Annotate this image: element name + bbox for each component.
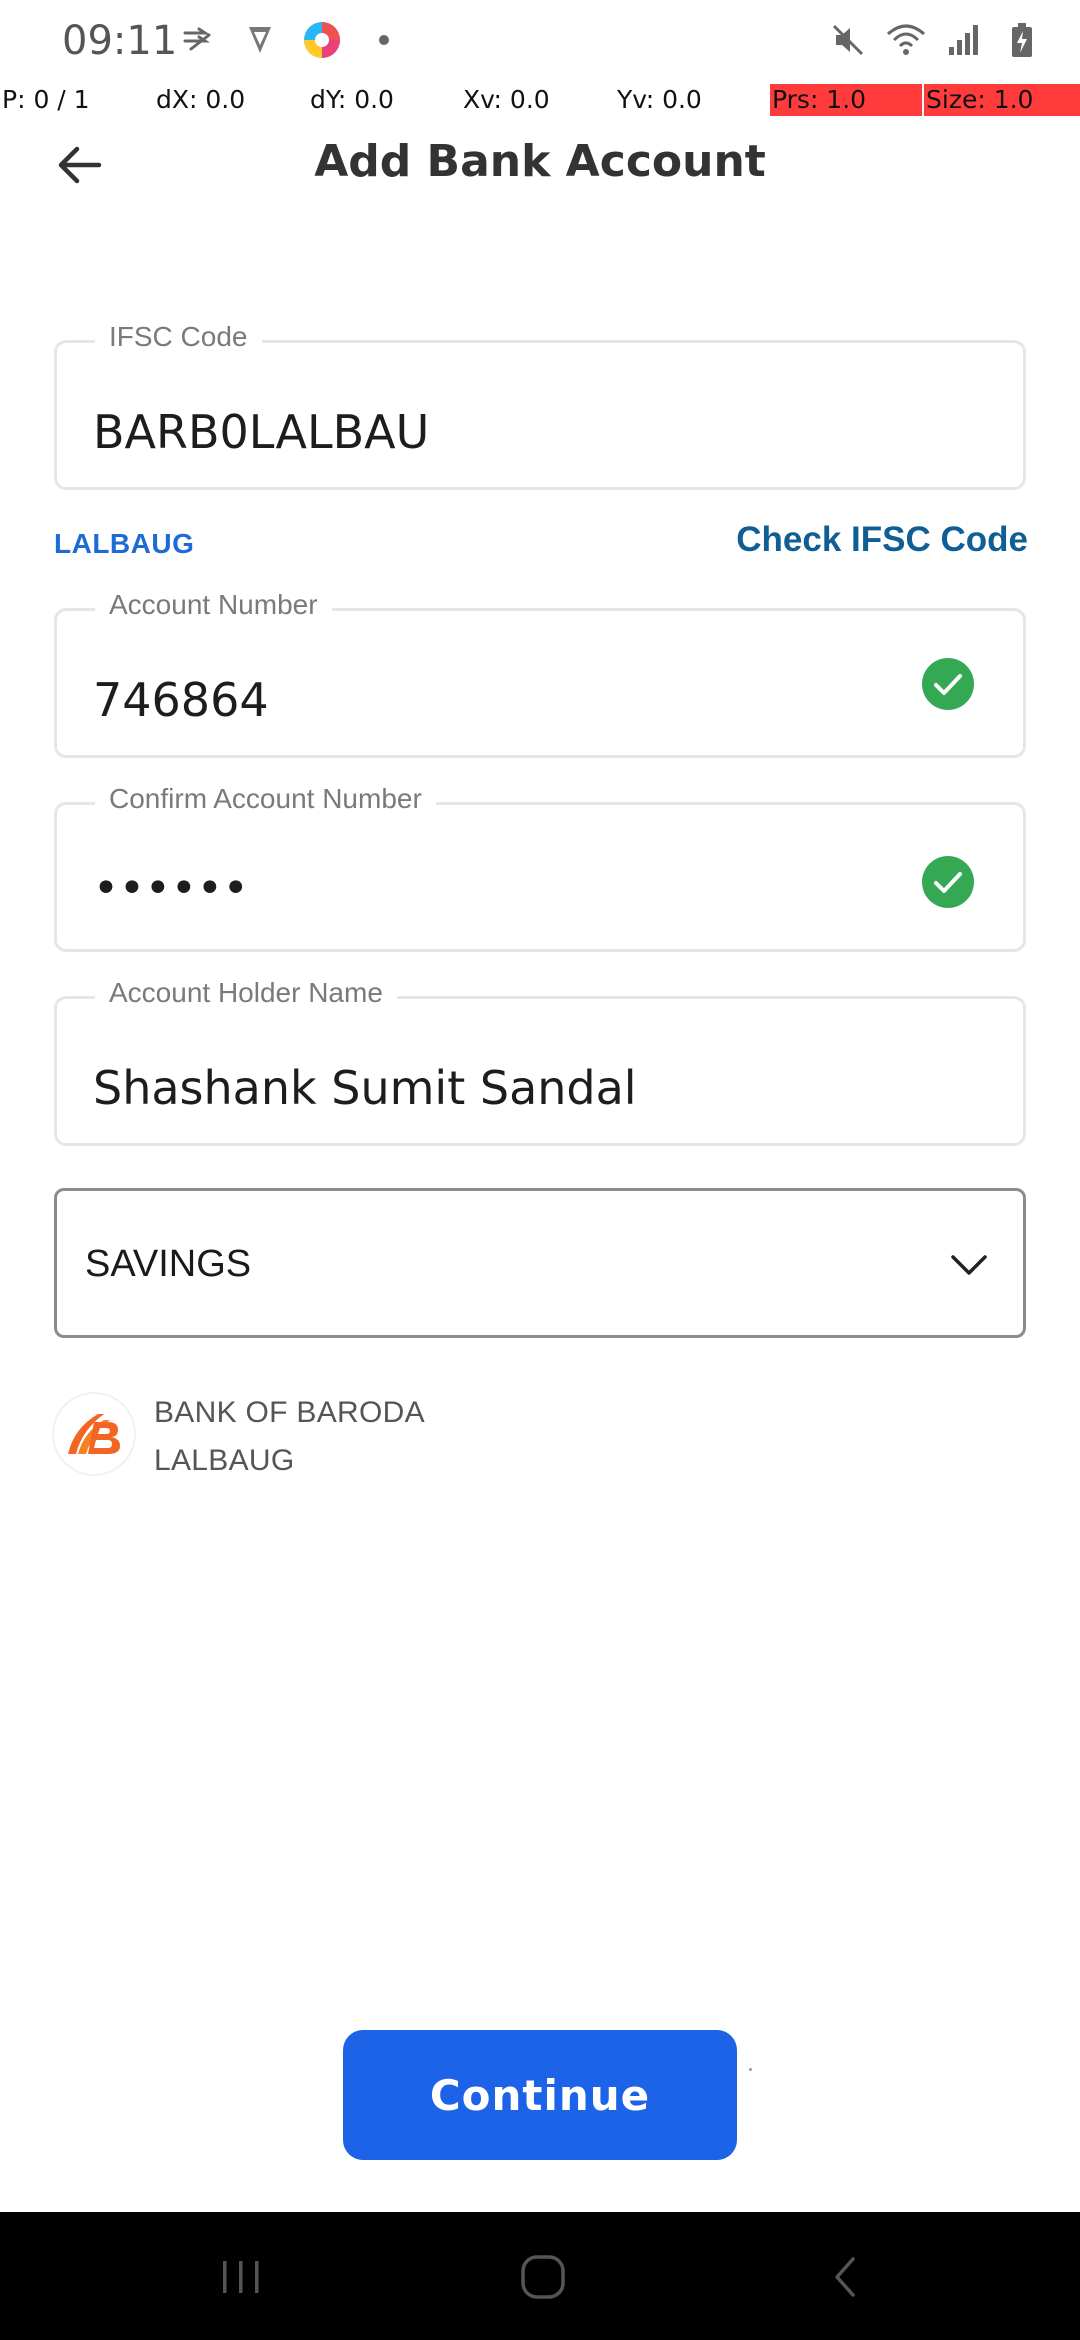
wifi-icon [886, 20, 926, 60]
confirm-account-number-field[interactable]: Confirm Account Number •••••• [54, 783, 1026, 952]
recent-apps-button[interactable] [206, 2242, 276, 2312]
vpn-icon [240, 20, 280, 60]
more-dot-icon [364, 20, 404, 60]
home-button[interactable] [508, 2242, 578, 2312]
bank-of-baroda-logo [54, 1394, 134, 1474]
status-time: 09:11 [62, 18, 178, 64]
debug-dx: dX: 0.0 [156, 85, 246, 114]
account-number-label: Account Number [95, 589, 332, 621]
account-number-field[interactable]: Account Number 746864 [54, 589, 1026, 758]
mute-icon [828, 20, 868, 60]
check-ifsc-code-link[interactable]: Check IFSC Code [736, 520, 1028, 560]
home-icon [521, 2255, 565, 2299]
debug-yv: Yv: 0.0 [617, 85, 702, 114]
debug-xv: Xv: 0.0 [463, 85, 550, 114]
account-holder-name-label: Account Holder Name [95, 977, 397, 1009]
account-holder-name-value: Shashank Sumit Sandal [93, 1061, 637, 1115]
back-nav-icon [835, 2257, 855, 2297]
swipe-app-icon [178, 20, 218, 60]
continue-button[interactable]: Continue [343, 2030, 737, 2160]
app-header: Add Bank Account [0, 116, 1080, 212]
signal-icon [944, 20, 984, 60]
system-navigation-bar [0, 2212, 1080, 2340]
confirm-account-number-label: Confirm Account Number [95, 783, 436, 815]
ifsc-code-value: BARB0LALBAU [93, 405, 430, 459]
decorative-dot [749, 2068, 752, 2071]
battery-charging-icon [1002, 20, 1042, 60]
account-type-selected: SAVINGS [85, 1243, 252, 1285]
confirm-account-number-value: •••••• [93, 863, 249, 914]
status-right-icons [828, 20, 1042, 60]
status-left-icons [178, 20, 404, 60]
ifsc-branch-name: LALBAUG [54, 528, 195, 559]
bank-name: BANK OF BARODA [154, 1396, 425, 1429]
status-bar: 09:11 [0, 0, 1080, 84]
chevron-down-icon [951, 1255, 987, 1275]
back-nav-button[interactable] [810, 2242, 880, 2312]
account-type-dropdown[interactable]: SAVINGS [54, 1188, 1026, 1338]
debug-size: Size: 1.0 [924, 84, 1080, 116]
bank-branch: LALBAUG [154, 1444, 295, 1477]
debug-pressure: Prs: 1.0 [770, 84, 922, 116]
account-number-value: 746864 [93, 673, 269, 727]
pointer-debug-overlay: P: 0 / 1 dX: 0.0 dY: 0.0 Xv: 0.0 Yv: 0.0… [0, 84, 1080, 116]
recent-apps-icon [223, 2261, 259, 2293]
account-holder-name-field[interactable]: Account Holder Name Shashank Sumit Sanda… [54, 977, 1026, 1146]
debug-dy: dY: 0.0 [310, 85, 394, 114]
check-circle-icon [922, 856, 974, 908]
check-circle-icon [922, 658, 974, 710]
debug-pointer: P: 0 / 1 [2, 85, 90, 114]
ifsc-code-label: IFSC Code [95, 321, 262, 353]
page-title: Add Bank Account [314, 136, 766, 187]
ifsc-code-field[interactable]: IFSC Code BARB0LALBAU [54, 321, 1026, 490]
bank-logo-icon [68, 1414, 120, 1454]
colorful-app-icon [302, 20, 342, 60]
